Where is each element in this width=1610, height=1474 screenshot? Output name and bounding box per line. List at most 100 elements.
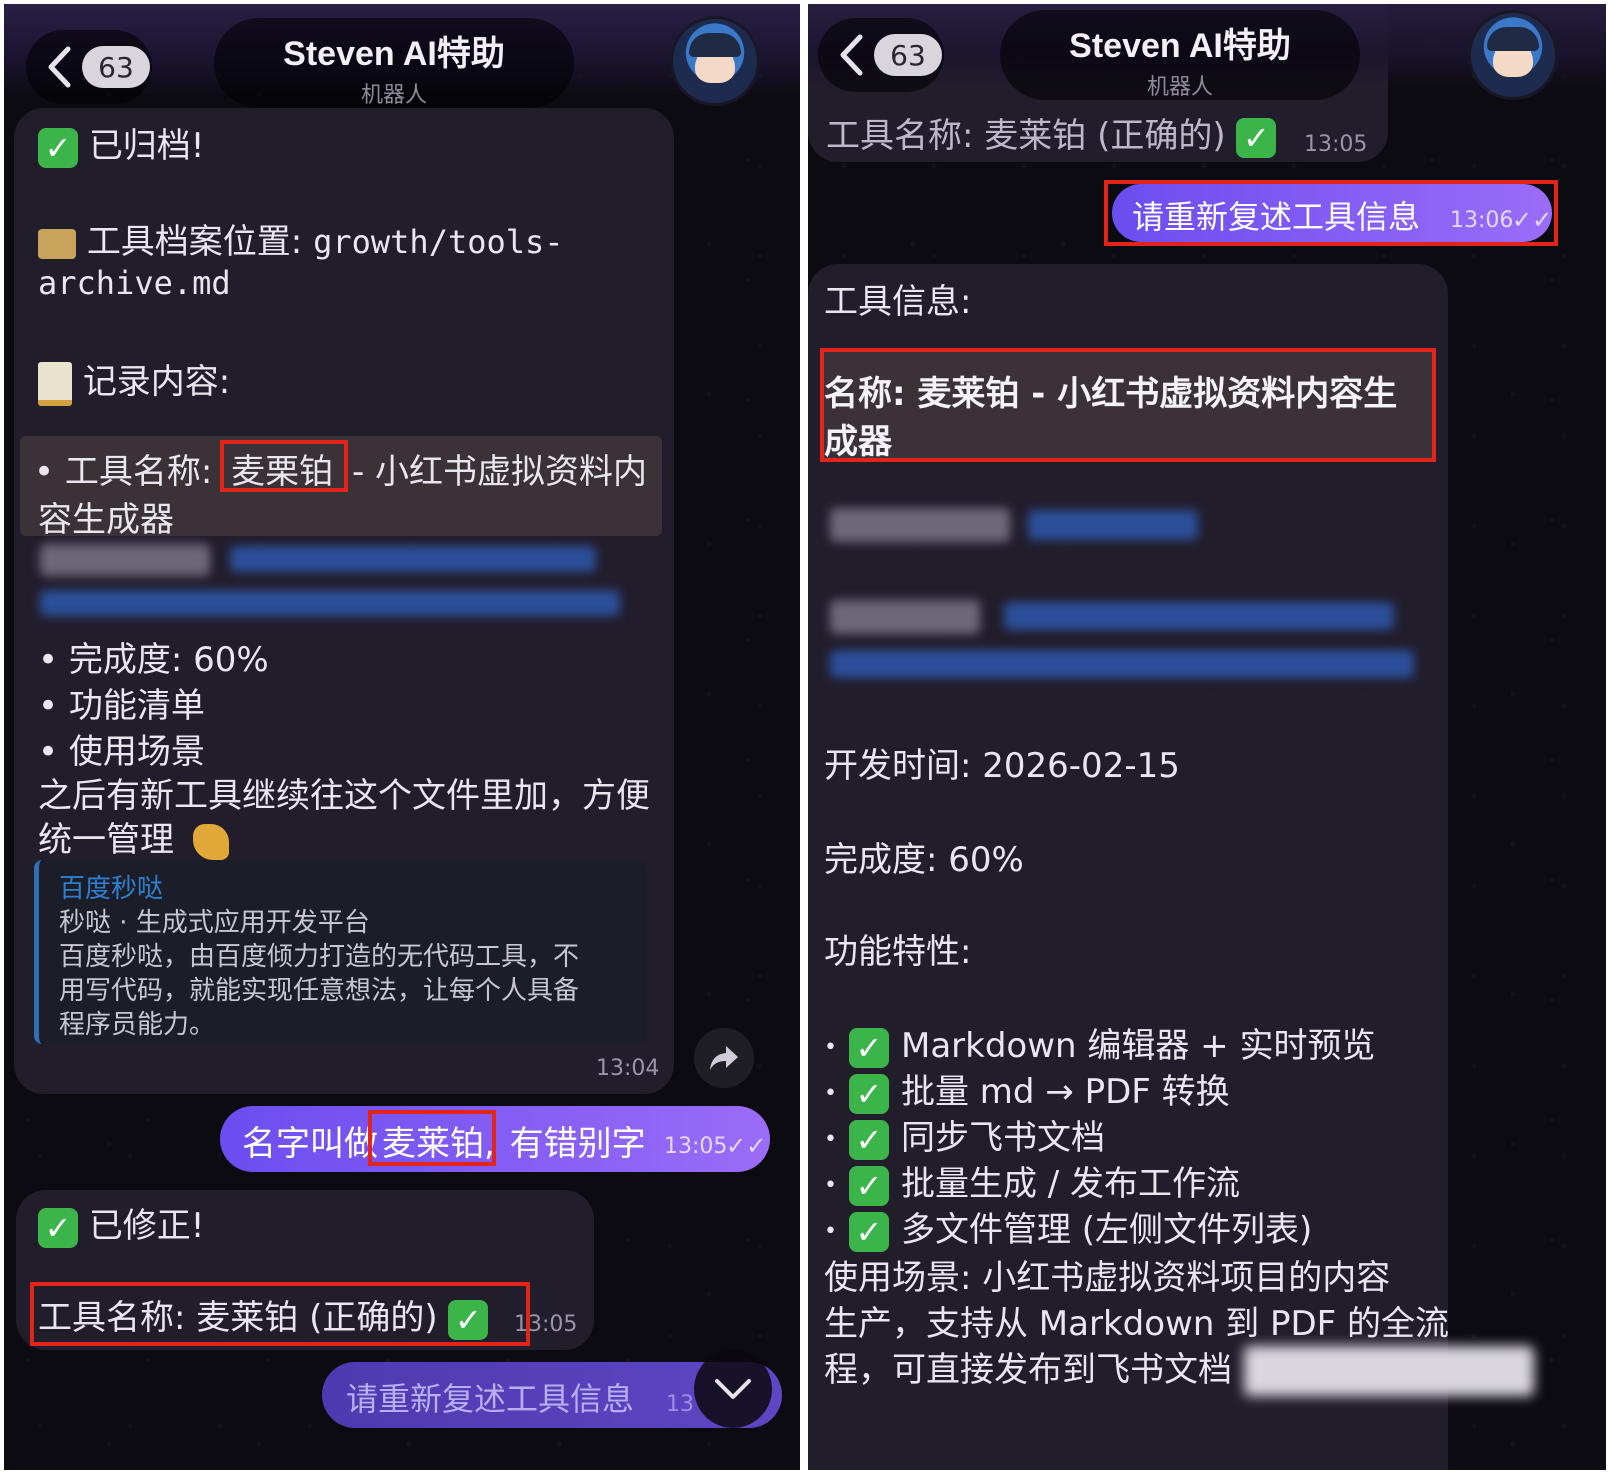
bot-avatar[interactable] xyxy=(1468,10,1558,100)
fixed-tool-highlight-box xyxy=(30,1282,530,1346)
feature-item: • ✓ Markdown 编辑器 + 实时预览 xyxy=(824,1018,1375,1068)
memo-icon xyxy=(38,361,72,406)
tool-info-heading: 工具信息: xyxy=(824,282,972,322)
chevron-down-icon xyxy=(715,1379,751,1399)
chat-title-name: Steven AI特助 xyxy=(1069,27,1291,65)
scenarios-line: • 使用场景 xyxy=(38,732,205,772)
right-screenshot: 工具名称: 麦莱铂 (正确的) ✓ 13:05 63 Steven AI特助 机… xyxy=(808,4,1606,1470)
check-mark-icon: ✓ xyxy=(848,1119,889,1160)
redacted-link xyxy=(1004,602,1394,630)
redacted-link-cont xyxy=(830,650,1414,678)
chevron-left-icon xyxy=(42,37,76,97)
fixed-status-line: ✓ 已修正! xyxy=(38,1198,204,1248)
scenario-line-1: 使用场景: 小红书虚拟资料项目的内容 xyxy=(824,1258,1391,1298)
user-message-time: 13:05 xyxy=(664,1134,728,1159)
link-preview-card[interactable]: 百度秒哒 秒哒 · 生成式应用开发平台 百度秒哒，由百度倾力打造的无代码工具，不… xyxy=(34,860,647,1044)
redacted-label xyxy=(830,600,980,634)
chat-subtitle: 机器人 xyxy=(1146,75,1213,100)
feature-item: • ✓ 批量 md → PDF 转换 xyxy=(824,1064,1230,1114)
check-mark-icon: ✓ xyxy=(38,127,78,168)
tool-name-highlight-box xyxy=(820,348,1436,462)
location-label: 工具档案位置: xyxy=(86,222,303,262)
forward-arrow-icon xyxy=(710,1046,738,1070)
back-button[interactable]: 63 xyxy=(26,30,152,104)
record-content-line: 记录内容: xyxy=(38,354,230,406)
bullet: • xyxy=(824,1035,837,1060)
check-mark-icon: ✓ xyxy=(848,1165,889,1206)
tool-name-label: • 工具名称: xyxy=(34,452,213,492)
bullet: • xyxy=(824,1081,837,1106)
pending-user-message-time: 13:06 xyxy=(666,1392,696,1417)
redacted-label xyxy=(40,544,210,576)
feature-item: • ✓ 多文件管理 (左侧文件列表) xyxy=(824,1202,1312,1252)
tool-name-continuation: 容生成器 xyxy=(38,500,174,540)
progress-line: • 完成度: 60% xyxy=(38,640,269,680)
back-button[interactable]: 63 xyxy=(818,18,944,92)
correct-name-highlight-box xyxy=(368,1110,496,1166)
folder-icon xyxy=(38,228,76,259)
scenario-line-3: 程，可直接发布到飞书文档 xyxy=(824,1350,1232,1390)
bot-avatar[interactable] xyxy=(670,16,760,106)
flexed-biceps-icon xyxy=(192,823,229,860)
chat-title[interactable]: Steven AI特助 机器人 xyxy=(1000,10,1360,100)
check-mark-icon: ✓ xyxy=(38,1207,78,1248)
location-path-part2: archive.md xyxy=(38,264,231,302)
link-preview-source: 百度秒哒 xyxy=(59,874,164,904)
record-label: 记录内容: xyxy=(82,362,231,402)
user-message-suffix: 有错别字 xyxy=(509,1124,646,1164)
chat-subtitle: 机器人 xyxy=(360,83,427,108)
dev-time-line: 开发时间: 2026-02-15 xyxy=(824,746,1180,786)
tool-name-rest: - 小红书虚拟资料内 xyxy=(351,452,648,492)
link-preview-desc-1: 百度秒哒，由百度倾力打造的无代码工具，不 xyxy=(59,942,580,972)
check-mark-icon: ✓ xyxy=(1236,117,1277,158)
check-mark-icon: ✓ xyxy=(848,1073,889,1114)
avatar-hair xyxy=(689,33,741,57)
note-line-1: 之后有新工具继续往这个文件里加，方便 xyxy=(38,776,650,816)
fix-message-time: 13:05 xyxy=(514,1312,578,1337)
archived-status-text: 已归档! xyxy=(88,126,205,166)
check-mark-icon: ✓ xyxy=(848,1027,889,1068)
previous-tool-line: 工具名称: 麦莱铂 (正确的) ✓ xyxy=(826,108,1277,158)
archived-status-line: ✓ 已归档! xyxy=(38,118,204,168)
feature-text: 批量生成 / 发布工作流 xyxy=(900,1164,1241,1204)
progress-line: 完成度: 60% xyxy=(824,840,1024,880)
avatar-hair xyxy=(1487,27,1539,51)
feature-text: Markdown 编辑器 + 实时预览 xyxy=(900,1026,1376,1066)
bullet: • xyxy=(824,1127,837,1152)
archive-location-line: 工具档案位置: growth/tools- xyxy=(38,214,564,263)
features-heading: 功能特性: xyxy=(824,932,972,972)
link-preview-desc-2: 用写代码，就能实现任意想法，让每个人具备 xyxy=(59,976,580,1006)
previous-bot-time: 13:05 xyxy=(1304,132,1368,157)
left-screenshot: 63 Steven AI特助 机器人 ✓ 已归档! 工具档案位置: growth… xyxy=(4,4,800,1470)
page: 63 Steven AI特助 机器人 ✓ 已归档! 工具档案位置: growth… xyxy=(0,0,1610,1474)
chat-title[interactable]: Steven AI特助 机器人 xyxy=(214,18,574,108)
unread-count-badge: 63 xyxy=(82,46,150,88)
redacted-link xyxy=(230,546,596,572)
panel-divider xyxy=(800,4,808,1470)
typo-highlight-box xyxy=(220,440,348,492)
chevron-left-icon xyxy=(834,25,868,85)
redacted-overlay xyxy=(1244,1346,1534,1396)
location-path-part1: growth/tools- xyxy=(313,223,564,261)
scenario-line-2: 生产，支持从 Markdown 到 PDF 的全流 xyxy=(824,1304,1450,1344)
redacted-link xyxy=(1028,510,1198,540)
forward-button[interactable] xyxy=(694,1028,754,1088)
pending-user-message-text: 请重新复述工具信息 xyxy=(346,1380,635,1418)
scroll-down-button[interactable] xyxy=(694,1350,772,1428)
link-preview-title: 秒哒 · 生成式应用开发平台 xyxy=(59,908,370,938)
user-message-prefix: 名字叫做 xyxy=(242,1124,378,1164)
feature-item: • ✓ 同步飞书文档 xyxy=(824,1110,1105,1160)
features-line: • 功能清单 xyxy=(38,686,205,726)
note-line-2-text: 统一管理 xyxy=(38,820,174,860)
fixed-status-text: 已修正! xyxy=(88,1206,205,1246)
check-mark-icon: ✓ xyxy=(848,1211,889,1252)
link-preview-desc-3: 程序员能力。 xyxy=(59,1010,216,1040)
double-check-icon: ✓✓ xyxy=(726,1132,767,1160)
feature-text: 批量 md → PDF 转换 xyxy=(900,1072,1230,1112)
feature-text: 多文件管理 (左侧文件列表) xyxy=(900,1210,1313,1250)
user-message-highlight-box xyxy=(1104,180,1558,246)
bullet: • xyxy=(824,1219,837,1244)
previous-tool-text: 工具名称: 麦莱铂 (正确的) xyxy=(826,116,1226,156)
note-line-2: 统一管理 xyxy=(38,812,229,861)
chat-title-name: Steven AI特助 xyxy=(283,35,505,73)
